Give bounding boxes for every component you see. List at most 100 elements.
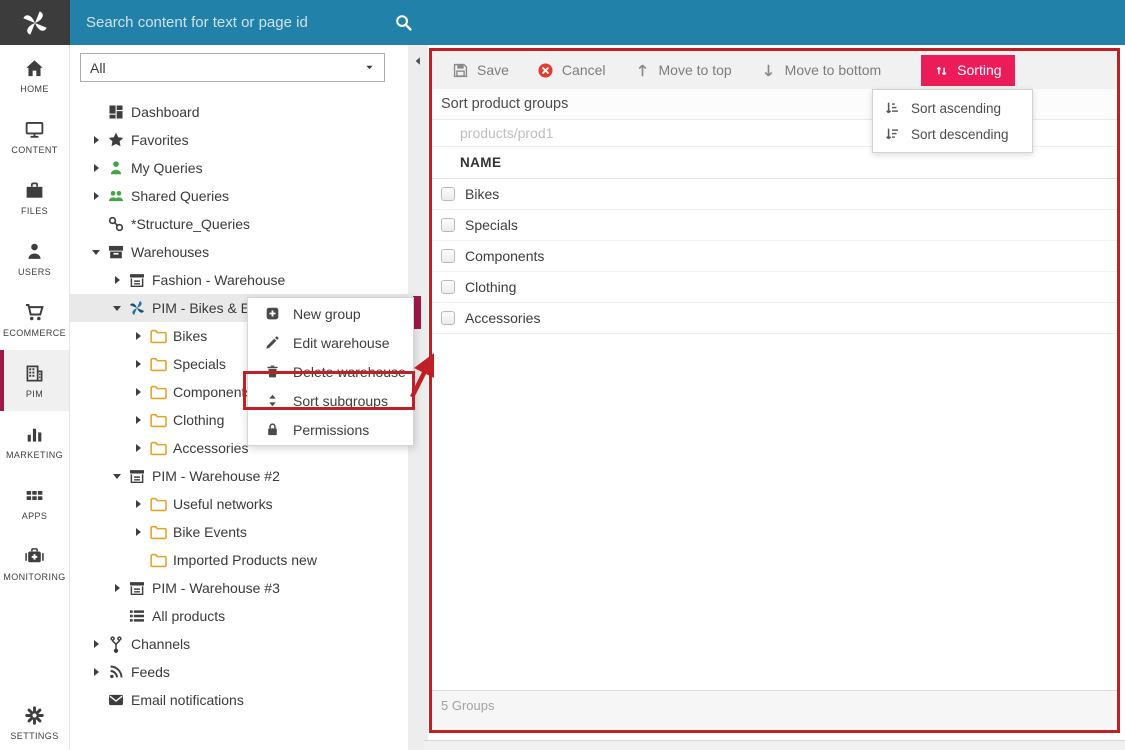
tree-item-my-queries[interactable]: My Queries — [70, 154, 408, 182]
sorting-button[interactable]: Sorting — [921, 55, 1014, 86]
tree-item-label: Fashion - Warehouse — [152, 272, 285, 288]
groups-count-status: 5 Groups — [432, 691, 1117, 713]
tree-item-feeds[interactable]: Feeds — [70, 658, 408, 686]
tree-collapsed-arrow[interactable] — [132, 386, 146, 399]
tree-item-dashboard[interactable]: Dashboard — [70, 98, 408, 126]
rss-icon — [107, 663, 125, 681]
mail-icon — [107, 691, 125, 709]
folder-icon — [149, 439, 167, 457]
tree-collapsed-arrow[interactable] — [132, 442, 146, 455]
button-label: Move to top — [659, 62, 732, 78]
search-input[interactable] — [86, 0, 381, 45]
context-menu-item-sort-subgroups[interactable]: Sort subgroups — [248, 386, 413, 415]
move-to-top-button[interactable]: Move to top — [634, 62, 732, 79]
tree-item-structure-queries[interactable]: *Structure_Queries — [70, 210, 408, 238]
tree-collapsed-arrow[interactable] — [90, 134, 104, 147]
rail-item-monitoring[interactable]: MONITORING — [0, 533, 69, 594]
context-menu-item-edit-warehouse[interactable]: Edit warehouse — [248, 328, 413, 357]
tree-item-favorites[interactable]: Favorites — [70, 126, 408, 154]
context-menu-item-new-group[interactable]: New group — [248, 299, 413, 328]
tree-context-menu: New group Edit warehouse Delete warehouse S… — [247, 297, 414, 446]
menu-item-label: Edit warehouse — [293, 335, 390, 351]
rail-item-marketing[interactable]: MARKETING — [0, 411, 69, 472]
menu-item-label: Delete warehouse — [293, 364, 406, 380]
rail-item-apps[interactable]: APPS — [0, 472, 69, 533]
rail-item-pim[interactable]: PIM — [0, 350, 69, 411]
menu-item-sort-ascending[interactable]: Sort ascending — [873, 95, 1032, 121]
tree-collapsed-arrow[interactable] — [90, 162, 104, 175]
tree-collapsed-arrow[interactable] — [132, 414, 146, 427]
table-row-components[interactable]: Components — [432, 241, 1117, 272]
table-row-bikes[interactable]: Bikes — [432, 179, 1117, 210]
table-row-specials[interactable]: Specials — [432, 210, 1117, 241]
rail-item-files[interactable]: FILES — [0, 167, 69, 228]
tree-item-channels[interactable]: Channels — [70, 630, 408, 658]
home-icon — [24, 58, 45, 79]
menu-item-label: Sort descending — [911, 127, 1009, 142]
tree-item-imported-products-new[interactable]: Imported Products new — [70, 546, 408, 574]
rail-item-home[interactable]: HOME — [0, 45, 69, 106]
tree-collapsed-arrow[interactable] — [132, 358, 146, 371]
tree-item-bike-events[interactable]: Bike Events — [70, 518, 408, 546]
tree-expanded-arrow[interactable] — [90, 246, 104, 259]
rail-item-settings[interactable]: SETTINGS — [0, 695, 69, 750]
tree-collapsed-arrow[interactable] — [132, 498, 146, 511]
ecommerce-icon — [24, 302, 45, 323]
tree-item-email-notifications[interactable]: Email notifications — [70, 686, 408, 714]
pim-icon — [24, 363, 45, 384]
cancel-icon — [537, 62, 554, 79]
tree-expanded-arrow[interactable] — [111, 470, 125, 483]
tree-collapsed-arrow[interactable] — [132, 526, 146, 539]
table-row-clothing[interactable]: Clothing — [432, 272, 1117, 303]
tree-collapsed-arrow[interactable] — [132, 330, 146, 343]
save-button[interactable]: Save — [452, 62, 509, 79]
tree-item-shared-queries[interactable]: Shared Queries — [70, 182, 408, 210]
tree-collapsed-arrow[interactable] — [111, 274, 125, 287]
context-menu-item-delete-warehouse[interactable]: Delete warehouse — [248, 357, 413, 386]
tree-collapsed-arrow[interactable] — [90, 638, 104, 651]
context-menu-item-permissions[interactable]: Permissions — [248, 415, 413, 444]
tree-item-warehouses[interactable]: Warehouses — [70, 238, 408, 266]
tree-item-label: Bike Events — [173, 524, 247, 540]
row-checkbox[interactable] — [441, 187, 455, 201]
nav-rail: HOMECONTENTFILESUSERSECOMMERCEPIMMARKETI… — [0, 45, 70, 750]
tree-item-fashion-warehouse[interactable]: Fashion - Warehouse — [70, 266, 408, 294]
tree-item-all-products[interactable]: All products — [70, 602, 408, 630]
content-icon — [24, 119, 45, 140]
marketing-icon — [24, 424, 45, 445]
tree-item-pim-warehouse-2[interactable]: PIM - Warehouse #2 — [70, 462, 408, 490]
rail-item-label: APPS — [22, 511, 48, 521]
group-name: Bikes — [465, 186, 499, 202]
rail-item-content[interactable]: CONTENT — [0, 106, 69, 167]
row-checkbox[interactable] — [441, 311, 455, 325]
user-green-icon — [107, 159, 125, 177]
search-icon[interactable] — [394, 13, 413, 32]
cancel-button[interactable]: Cancel — [537, 62, 606, 79]
rail-item-users[interactable]: USERS — [0, 228, 69, 289]
tree-expanded-arrow[interactable] — [111, 302, 125, 315]
collapse-left-icon[interactable] — [412, 55, 424, 67]
tree-item-useful-networks[interactable]: Useful networks — [70, 490, 408, 518]
menu-item-sort-descending[interactable]: Sort descending — [873, 121, 1032, 147]
row-checkbox[interactable] — [441, 280, 455, 294]
tree-item-pim-warehouse-3[interactable]: PIM - Warehouse #3 — [70, 574, 408, 602]
tree-filter-select[interactable]: All — [80, 53, 385, 82]
row-checkbox[interactable] — [441, 218, 455, 232]
menu-item-label: Sort ascending — [911, 101, 1001, 116]
tree-item-label: Email notifications — [131, 692, 244, 708]
tree-collapsed-arrow[interactable] — [111, 582, 125, 595]
selected-row-marker — [413, 296, 421, 329]
users-green-icon — [107, 187, 125, 205]
row-checkbox[interactable] — [441, 249, 455, 263]
tree-collapsed-arrow[interactable] — [90, 190, 104, 203]
tree-collapsed-arrow[interactable] — [90, 666, 104, 679]
app-logo[interactable] — [0, 0, 70, 45]
tree-item-label: Imported Products new — [173, 552, 317, 568]
rail-item-ecommerce[interactable]: ECOMMERCE — [0, 289, 69, 350]
move-to-bottom-button[interactable]: Move to bottom — [760, 62, 882, 79]
tree-item-label: Accessories — [173, 440, 248, 456]
sort-vertical-icon — [265, 393, 280, 408]
rail-item-label: MONITORING — [3, 572, 65, 582]
table-row-accessories[interactable]: Accessories — [432, 303, 1117, 334]
folder-icon — [149, 551, 167, 569]
